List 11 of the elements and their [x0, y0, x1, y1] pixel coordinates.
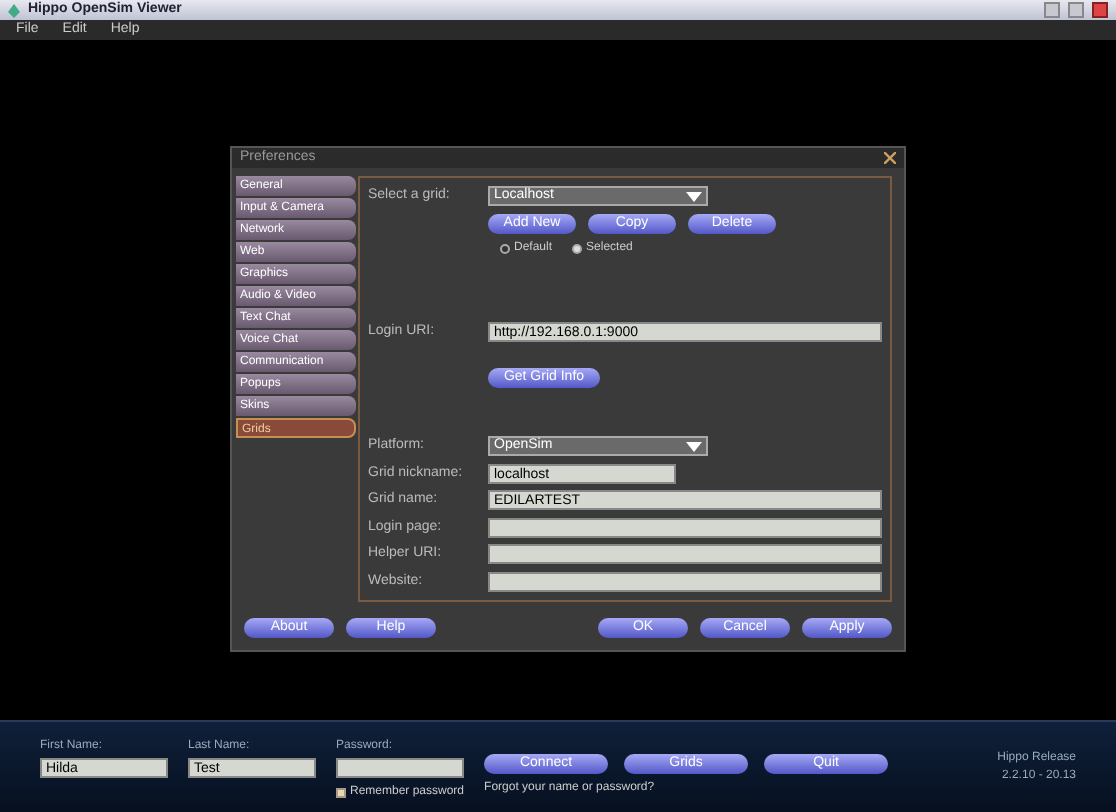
login-field[interactable]	[336, 758, 464, 778]
radio-button[interactable]	[572, 243, 583, 253]
caret-icon	[686, 441, 702, 452]
text-field[interactable]	[488, 517, 882, 538]
app-icon	[8, 3, 20, 17]
caret-icon	[686, 191, 702, 202]
checkbox[interactable]	[336, 788, 346, 798]
radio-button[interactable]	[500, 243, 510, 253]
text-field[interactable]	[488, 544, 882, 565]
close-icon[interactable]	[884, 152, 896, 164]
text-field[interactable]	[488, 571, 882, 592]
